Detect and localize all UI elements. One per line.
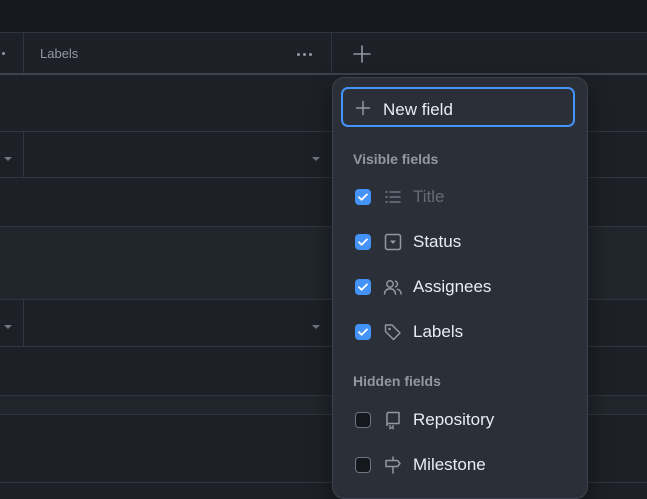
top-bar <box>0 0 647 33</box>
checkbox-checked[interactable] <box>355 324 371 340</box>
field-item-repository[interactable]: Repository <box>333 402 585 438</box>
visible-fields-heading: Visible fields <box>353 151 439 167</box>
column-divider[interactable] <box>23 33 24 73</box>
checkbox-unchecked[interactable] <box>355 457 371 473</box>
chevron-down-icon[interactable] <box>312 157 320 161</box>
checkbox-checked[interactable] <box>355 234 371 250</box>
labels-column-header[interactable]: Labels <box>40 46 78 61</box>
add-field-icon[interactable] <box>350 42 374 66</box>
list-icon <box>385 190 401 204</box>
column-divider <box>23 300 24 346</box>
milestone-icon <box>385 456 401 474</box>
people-icon <box>383 280 402 295</box>
plus-icon <box>355 100 371 116</box>
column-divider[interactable] <box>331 33 332 73</box>
tag-icon <box>384 324 401 341</box>
field-item-status[interactable]: Status <box>333 224 585 260</box>
checkbox-checked[interactable] <box>355 189 371 205</box>
column-options-icon[interactable] <box>2 52 5 55</box>
single-select-icon <box>384 233 402 251</box>
field-label-milestone: Milestone <box>413 455 486 474</box>
field-label-title: Title <box>413 187 445 206</box>
chevron-down-icon[interactable] <box>4 325 12 329</box>
field-label-status: Status <box>413 232 462 251</box>
field-label-labels: Labels <box>413 322 464 341</box>
chevron-down-icon[interactable] <box>312 325 320 329</box>
column-divider <box>23 131 24 177</box>
fields-menu: New field Visible fields Title Status As… <box>332 77 588 499</box>
hidden-fields-heading: Hidden fields <box>353 373 441 389</box>
table-header-row: Labels <box>0 33 647 75</box>
field-item-title[interactable]: Title <box>333 179 585 215</box>
field-item-milestone[interactable]: Milestone <box>333 447 585 483</box>
repo-icon <box>386 411 400 430</box>
field-label-assignees: Assignees <box>413 277 492 296</box>
field-item-assignees[interactable]: Assignees <box>333 269 585 305</box>
new-field-button[interactable]: New field <box>341 87 575 127</box>
column-more-options-icon[interactable] <box>290 46 318 62</box>
new-field-label: New field <box>383 100 453 119</box>
checkbox-checked[interactable] <box>355 279 371 295</box>
field-item-labels[interactable]: Labels <box>333 314 585 350</box>
checkbox-unchecked[interactable] <box>355 412 371 428</box>
chevron-down-icon[interactable] <box>4 157 12 161</box>
field-label-repository: Repository <box>413 410 495 429</box>
